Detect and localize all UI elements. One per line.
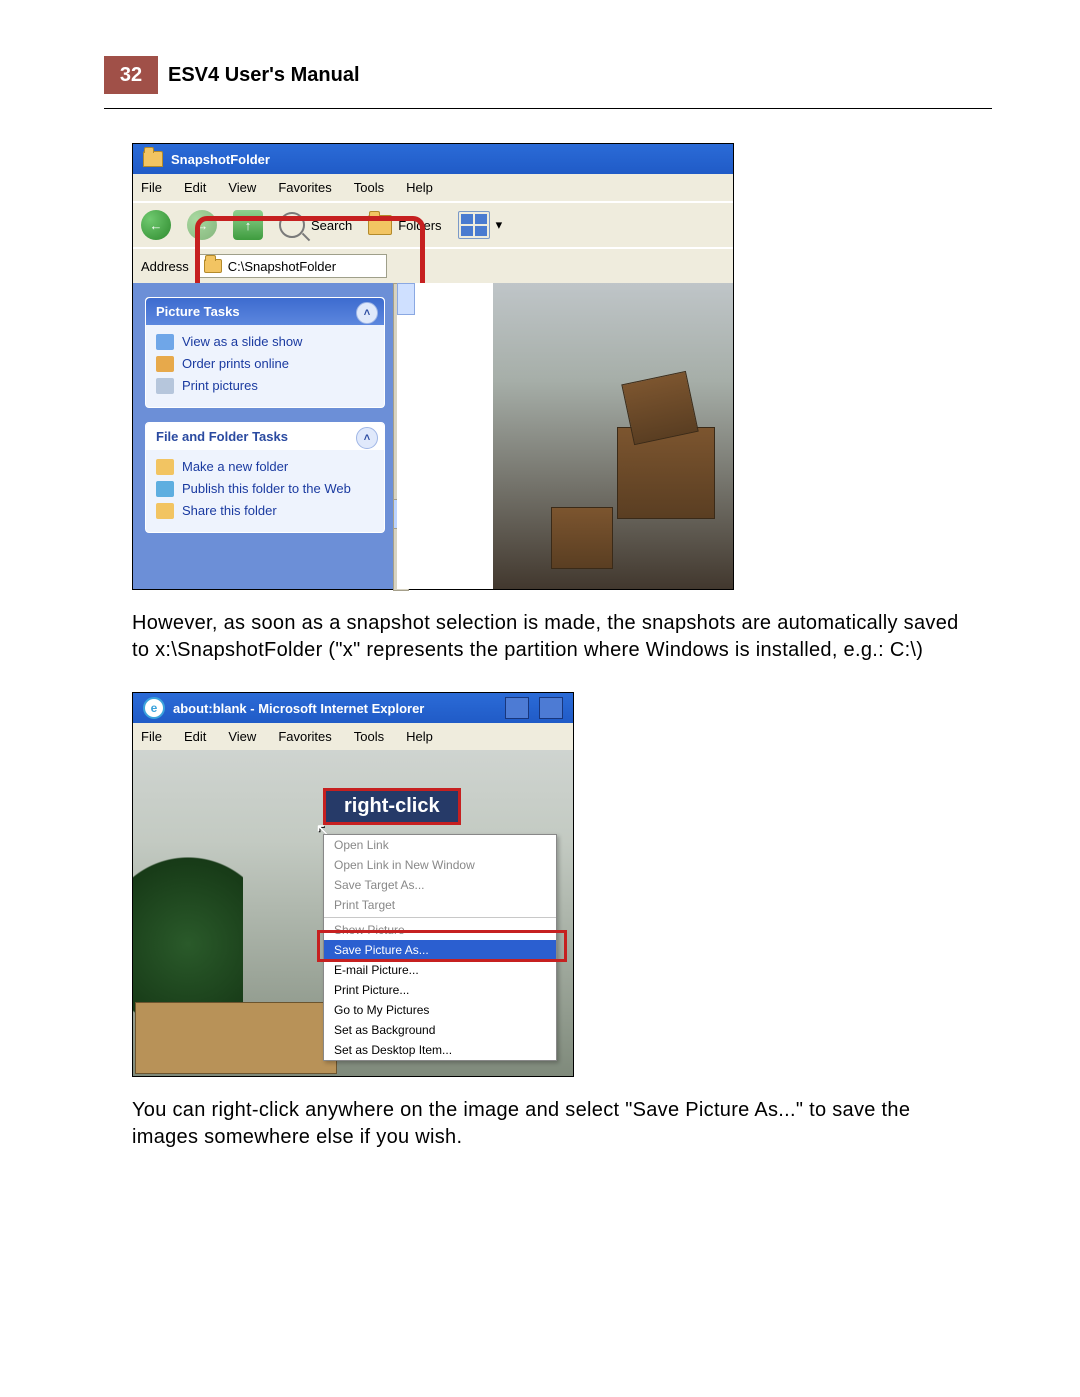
menu-view[interactable]: View xyxy=(228,180,256,195)
folder-icon xyxy=(143,151,163,167)
camera-image[interactable]: ↖ right-click Open LinkOpen Link in New … xyxy=(133,750,573,1076)
ctx-print-picture[interactable]: Print Picture... xyxy=(324,980,556,1000)
explorer-content xyxy=(397,283,733,589)
page-header: 32 ESV4 User's Manual xyxy=(104,56,992,94)
ie-screenshot: e about:blank - Microsoft Internet Explo… xyxy=(132,692,574,1077)
ctx-e-mail-picture[interactable]: E-mail Picture... xyxy=(324,960,556,980)
folders-label: Folders xyxy=(398,218,441,233)
menu-favorites[interactable]: Favorites xyxy=(278,180,331,195)
chevron-down-icon: ▾ xyxy=(496,217,503,233)
scrollbar-thumb[interactable] xyxy=(397,283,415,315)
ie-titlebar[interactable]: e about:blank - Microsoft Internet Explo… xyxy=(133,693,573,723)
task-print-pictures[interactable]: Print pictures xyxy=(156,375,376,397)
minimize-button[interactable] xyxy=(505,697,529,719)
ctx-save-target-as: Save Target As... xyxy=(324,875,556,895)
ctx-set-as-background[interactable]: Set as Background xyxy=(324,1020,556,1040)
menu-view[interactable]: View xyxy=(228,729,256,744)
ie-icon: e xyxy=(143,697,165,719)
address-input[interactable]: C:\SnapshotFolder xyxy=(197,254,387,278)
search-button[interactable]: Search xyxy=(279,212,352,238)
explorer-window-title: SnapshotFolder xyxy=(171,152,270,167)
task-order-prints[interactable]: Order prints online xyxy=(156,353,376,375)
back-button[interactable]: ← xyxy=(141,210,171,240)
address-label: Address xyxy=(141,259,189,274)
picture-tasks-header[interactable]: Picture Tasks ˄ xyxy=(146,298,384,325)
collapse-icon[interactable]: ˄ xyxy=(356,427,378,449)
folder-icon xyxy=(204,259,222,273)
folder-tasks-panel: File and Folder Tasks ˄ Make a new folde… xyxy=(145,422,385,533)
manual-title: ESV4 User's Manual xyxy=(158,56,360,94)
menu-favorites[interactable]: Favorites xyxy=(278,729,331,744)
picture-tasks-panel: Picture Tasks ˄ View as a slide show Ord… xyxy=(145,297,385,408)
search-label: Search xyxy=(311,218,352,233)
menu-help[interactable]: Help xyxy=(406,729,433,744)
page-number: 32 xyxy=(104,56,158,94)
explorer-titlebar[interactable]: SnapshotFolder xyxy=(133,144,733,174)
menu-tools[interactable]: Tools xyxy=(354,729,384,744)
views-icon xyxy=(458,211,490,239)
picture-tasks-title: Picture Tasks xyxy=(156,304,240,319)
up-button[interactable]: ↑ xyxy=(233,210,263,240)
menu-tools[interactable]: Tools xyxy=(354,180,384,195)
menu-file[interactable]: File xyxy=(141,729,162,744)
forward-button[interactable]: → xyxy=(187,210,217,240)
explorer-toolbar: ← → ↑ Search Folders ▾ xyxy=(133,201,733,247)
ctx-show-picture: Show Picture xyxy=(324,920,556,940)
ctx-open-link: Open Link xyxy=(324,835,556,855)
tasks-pane: Picture Tasks ˄ View as a slide show Ord… xyxy=(133,283,397,589)
snapshot-thumbnail[interactable] xyxy=(493,283,733,589)
task-share-folder[interactable]: Share this folder xyxy=(156,500,376,522)
menu-edit[interactable]: Edit xyxy=(184,729,206,744)
ctx-save-picture-as[interactable]: Save Picture As... xyxy=(324,940,556,960)
address-value: C:\SnapshotFolder xyxy=(228,259,336,274)
paragraph-2: You can right-click anywhere on the imag… xyxy=(132,1097,964,1151)
task-slideshow[interactable]: View as a slide show xyxy=(156,331,376,353)
address-bar: Address C:\SnapshotFolder xyxy=(133,247,733,283)
right-click-callout: right-click xyxy=(323,788,461,825)
header-rule xyxy=(104,108,992,109)
menu-file[interactable]: File xyxy=(141,180,162,195)
ie-window-title: about:blank - Microsoft Internet Explore… xyxy=(173,701,495,716)
ctx-go-to-my-pictures[interactable]: Go to My Pictures xyxy=(324,1000,556,1020)
folders-button[interactable]: Folders xyxy=(368,215,441,235)
menu-help[interactable]: Help xyxy=(406,180,433,195)
desk-decor xyxy=(135,1002,337,1074)
maximize-button[interactable] xyxy=(539,697,563,719)
ctx-open-link-in-new-window: Open Link in New Window xyxy=(324,855,556,875)
folder-tasks-header[interactable]: File and Folder Tasks ˄ xyxy=(146,423,384,450)
folder-tasks-title: File and Folder Tasks xyxy=(156,429,288,444)
search-icon xyxy=(279,212,305,238)
ie-menubar: File Edit View Favorites Tools Help xyxy=(133,723,573,750)
room-image xyxy=(493,283,733,589)
menu-edit[interactable]: Edit xyxy=(184,180,206,195)
paragraph-1: However, as soon as a snapshot selection… xyxy=(132,610,964,664)
views-button[interactable]: ▾ xyxy=(458,211,503,239)
ctx-set-as-desktop-item[interactable]: Set as Desktop Item... xyxy=(324,1040,556,1060)
ctx-print-target: Print Target xyxy=(324,895,556,915)
collapse-icon[interactable]: ˄ xyxy=(356,302,378,324)
explorer-screenshot: SnapshotFolder File Edit View Favorites … xyxy=(132,143,734,590)
folders-icon xyxy=(368,215,392,235)
task-publish-web[interactable]: Publish this folder to the Web xyxy=(156,478,376,500)
task-new-folder[interactable]: Make a new folder xyxy=(156,456,376,478)
context-menu: Open LinkOpen Link in New WindowSave Tar… xyxy=(323,834,557,1061)
explorer-menubar: File Edit View Favorites Tools Help xyxy=(133,174,733,201)
